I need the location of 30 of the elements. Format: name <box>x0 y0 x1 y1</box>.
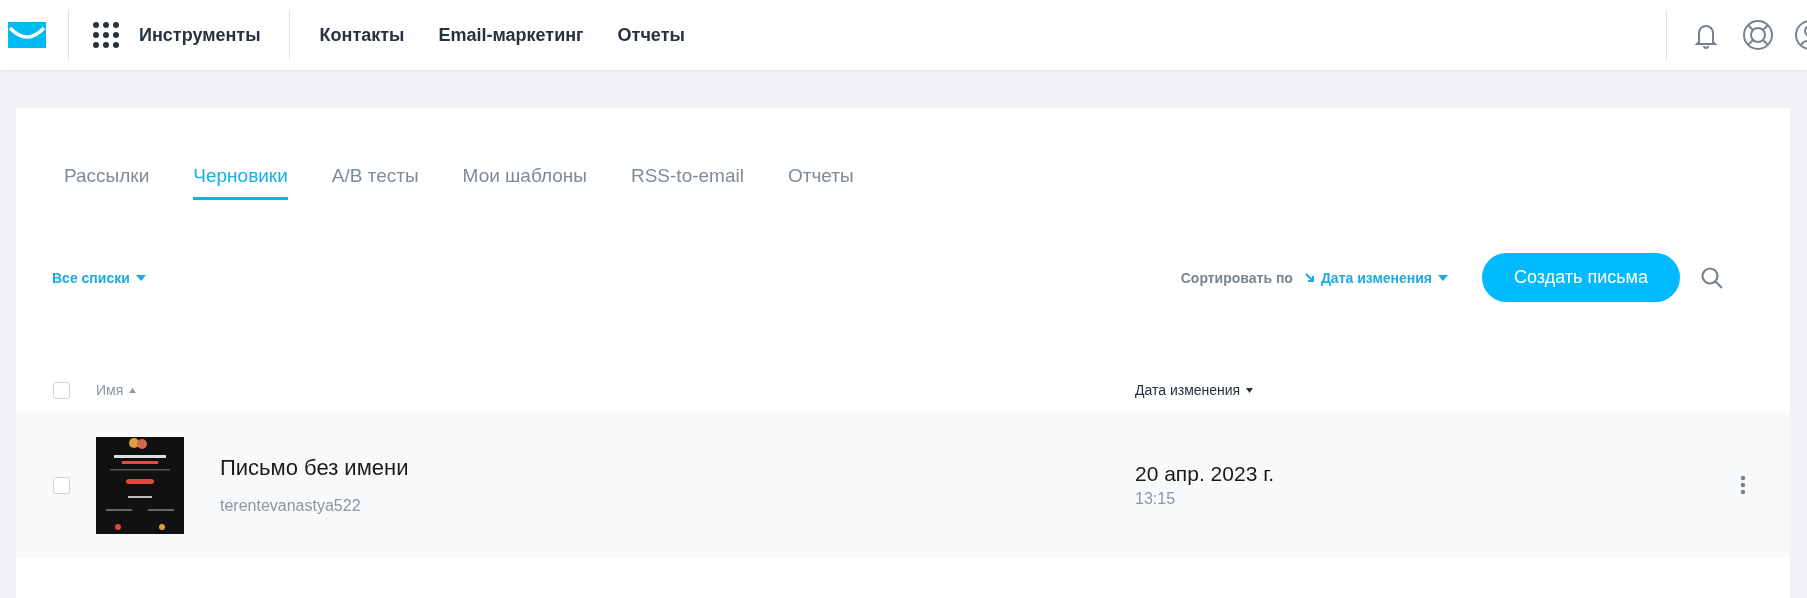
author-name: terentevanastya522 <box>220 497 362 515</box>
create-email-button[interactable]: Создать письма <box>1482 253 1680 302</box>
column-header[interactable]: Дата изменения <box>1135 382 1254 398</box>
search-icon[interactable] <box>1700 265 1724 290</box>
sort-dropdown[interactable]: Дата изменения <box>1304 269 1448 286</box>
nav-link[interactable]: Отчеты <box>617 24 685 46</box>
modified-date: 20 апр. 2023 г. <box>1135 462 1276 486</box>
tab[interactable]: Рассылки <box>64 165 150 200</box>
list-filter-dropdown[interactable]: Все списки <box>52 269 146 286</box>
checkbox[interactable] <box>53 381 70 399</box>
tab[interactable]: RSS-to-email <box>630 165 744 200</box>
column-header[interactable]: Имя <box>96 382 137 398</box>
caret-icon <box>135 274 146 281</box>
caret-icon <box>1438 274 1448 281</box>
email-title[interactable]: Письмо без имени <box>220 455 409 481</box>
modified-time: 13:15 <box>1135 490 1177 508</box>
tab[interactable]: A/B тесты <box>331 165 419 200</box>
checkbox[interactable] <box>53 476 70 494</box>
sort-arrow-icon <box>1304 272 1315 283</box>
nav-link[interactable]: Контакты <box>319 24 405 46</box>
nav-link[interactable]: Email-маркетинг <box>438 24 584 46</box>
tab[interactable]: Мои шаблоны <box>462 165 587 200</box>
grid-menu-icon[interactable] <box>93 22 119 48</box>
logo-icon[interactable] <box>8 22 46 48</box>
lifebuoy-icon[interactable] <box>1741 18 1775 52</box>
sort-label: Сортировать по <box>1180 269 1293 286</box>
tools-menu[interactable]: Инструменты <box>139 24 261 46</box>
more-options-icon[interactable] <box>1740 475 1746 495</box>
tab[interactable]: Отчеты <box>787 165 854 200</box>
tab[interactable]: Черновики <box>193 165 288 200</box>
